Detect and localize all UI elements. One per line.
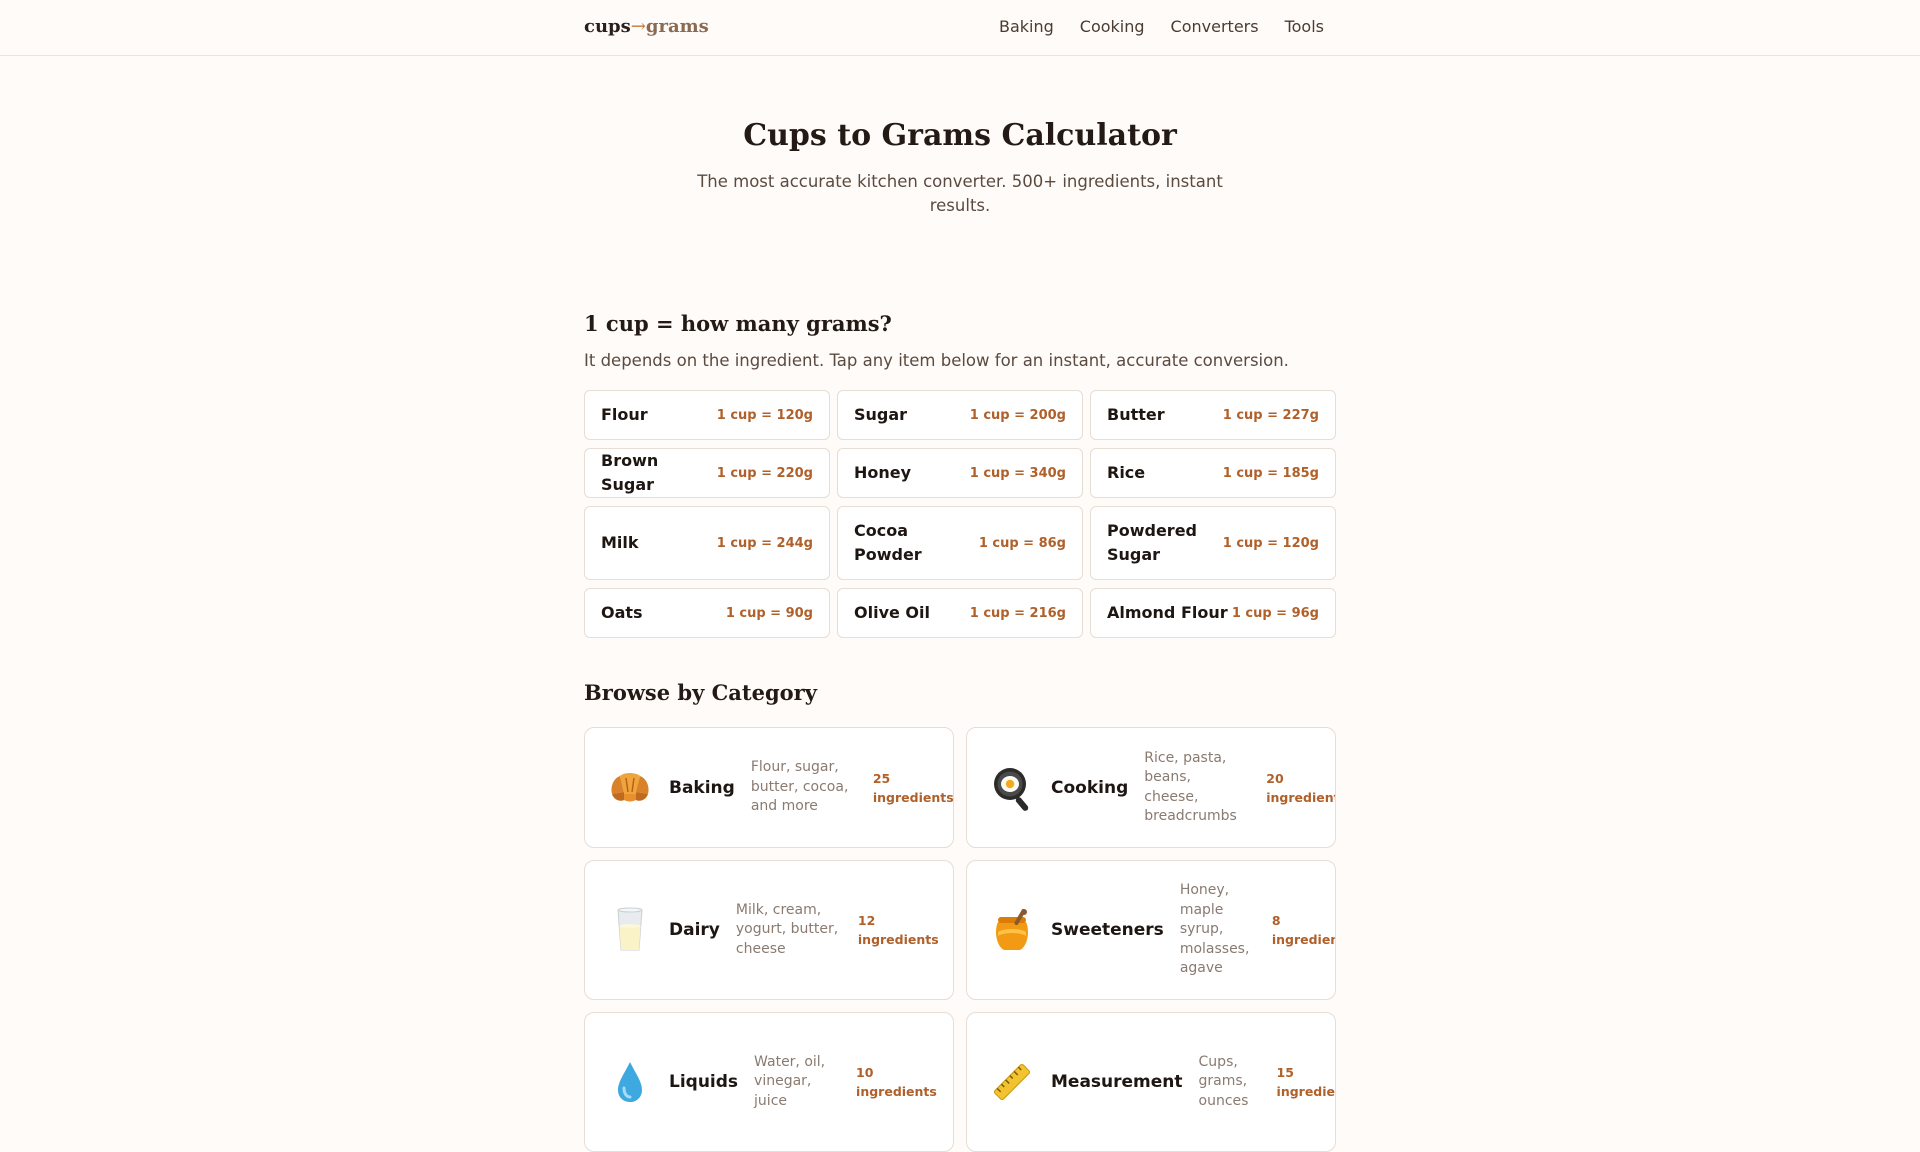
conversion-card-olive-oil[interactable]: Olive Oil 1 cup = 216g <box>837 588 1083 638</box>
category-card-sweeteners[interactable]: Sweeteners Honey, maple syrup, molasses,… <box>966 860 1336 1000</box>
conversions-description: It depends on the ingredient. Tap any it… <box>584 351 1289 370</box>
conversion-name: Sugar <box>854 405 908 424</box>
conversion-value: 1 cup = 120g <box>716 407 813 423</box>
category-card-liquids[interactable]: Liquids Water, oil, vinegar, juice 10 in… <box>584 1012 954 1152</box>
category-card-baking[interactable]: Baking Flour, sugar, butter, cocoa, and … <box>584 727 954 848</box>
category-count: 10 ingredients <box>856 1065 937 1099</box>
category-count: 25 ingredients <box>872 770 954 805</box>
category-description: Cups, grams, ounces <box>1198 1053 1249 1109</box>
conversion-card-honey[interactable]: Honey 1 cup = 340g <box>837 448 1083 498</box>
category-card-dairy[interactable]: Dairy Milk, cream, yogurt, butter, chees… <box>584 860 954 1000</box>
category-card-cooking[interactable]: Cooking Rice, pasta, beans, cheese, brea… <box>966 727 1336 848</box>
nav-link-tools[interactable]: Tools <box>1285 17 1324 36</box>
logo-cups: cups <box>584 16 631 37</box>
nav-link-baking[interactable]: Baking <box>999 17 1054 36</box>
categories-heading: Browse by Category <box>584 680 817 705</box>
conversion-card-powdered-sugar[interactable]: Powdered Sugar 1 cup = 120g <box>1090 506 1336 580</box>
conversion-card-flour[interactable]: Flour 1 cup = 120g <box>584 390 830 440</box>
category-description: Rice, pasta, beans, cheese, breadcrumbs <box>1144 749 1237 825</box>
conversion-value: 1 cup = 86g <box>978 535 1066 551</box>
conversion-name: Rice <box>1107 463 1146 482</box>
conversion-name: Olive Oil <box>854 603 930 622</box>
conversion-value: 1 cup = 227g <box>1222 407 1319 423</box>
conversion-value: 1 cup = 200g <box>969 407 1066 423</box>
category-description: Milk, cream, yogurt, butter, cheese <box>735 901 839 957</box>
conversion-card-butter[interactable]: Butter 1 cup = 227g <box>1090 390 1336 440</box>
category-name: Measurement <box>1051 1072 1183 1092</box>
conversions-heading: 1 cup = how many grams? <box>584 311 892 336</box>
conversion-name: Cocoa Powder <box>854 521 922 564</box>
conversion-name: Almond Flour <box>1107 603 1228 622</box>
conversion-card-milk[interactable]: Milk 1 cup = 244g <box>584 506 830 580</box>
ruler-icon <box>987 1057 1037 1107</box>
main-nav: Baking Cooking Converters Tools <box>999 17 1324 36</box>
category-description: Water, oil, vinegar, juice <box>754 1053 826 1109</box>
conversion-value: 1 cup = 244g <box>716 535 813 551</box>
site-logo[interactable]: cups→grams <box>584 16 709 37</box>
category-description: Flour, sugar, butter, cocoa, and more <box>750 759 849 815</box>
conversion-name: Oats <box>601 603 643 622</box>
nav-link-converters[interactable]: Converters <box>1171 17 1259 36</box>
logo-grams: grams <box>645 16 709 37</box>
category-name: Dairy <box>669 920 720 940</box>
croissant-icon <box>605 763 655 813</box>
conversion-value: 1 cup = 120g <box>1222 535 1319 551</box>
conversion-name: Butter <box>1107 405 1165 424</box>
conversion-value: 1 cup = 216g <box>969 605 1066 621</box>
conversion-value: 1 cup = 220g <box>716 465 813 481</box>
category-grid: Baking Flour, sugar, butter, cocoa, and … <box>584 727 1336 1152</box>
conversion-name: Milk <box>601 533 639 552</box>
category-count: 15 ingredients <box>1276 1065 1336 1099</box>
conversion-value: 1 cup = 185g <box>1222 465 1319 481</box>
category-count: 12 ingredients <box>857 913 939 947</box>
frying-pan-icon <box>987 763 1037 813</box>
category-name: Sweeteners <box>1051 920 1164 940</box>
conversion-value: 1 cup = 90g <box>725 605 813 621</box>
conversion-name: Flour <box>601 405 648 424</box>
category-name: Cooking <box>1051 777 1129 798</box>
conversion-grid: Flour 1 cup = 120g Sugar 1 cup = 200g Butt… <box>584 390 1336 638</box>
honey-pot-icon <box>987 905 1037 955</box>
conversion-card-brown-sugar[interactable]: Brown Sugar 1 cup = 220g <box>584 448 830 498</box>
conversion-card-rice[interactable]: Rice 1 cup = 185g <box>1090 448 1336 498</box>
conversion-value: 1 cup = 96g <box>1231 605 1319 621</box>
page-title: Cups to Grams Calculator <box>743 118 1177 153</box>
conversion-name: Powdered Sugar <box>1107 521 1197 564</box>
nav-link-cooking[interactable]: Cooking <box>1080 17 1145 36</box>
category-name: Liquids <box>669 1072 739 1092</box>
logo-arrow: → <box>630 16 646 37</box>
conversion-card-cocoa-powder[interactable]: Cocoa Powder 1 cup = 86g <box>837 506 1083 580</box>
conversion-card-almond-flour[interactable]: Almond Flour 1 cup = 96g <box>1090 588 1336 638</box>
conversion-value: 1 cup = 340g <box>969 465 1066 481</box>
milk-glass-icon <box>605 905 655 955</box>
category-count: 20 ingredients <box>1266 770 1335 805</box>
category-card-measurement[interactable]: Measurement Cups, grams, ounces 15 ingre… <box>966 1012 1336 1152</box>
category-description: Honey, maple syrup, molasses, agave <box>1179 882 1250 977</box>
conversion-card-oats[interactable]: Oats 1 cup = 90g <box>584 588 830 638</box>
top-navigation-bar: cups→grams Baking Cooking Converters Too… <box>0 0 1920 56</box>
hero-section: Cups to Grams Calculator The most accura… <box>584 118 1336 218</box>
conversion-name: Brown Sugar <box>601 451 659 494</box>
page-subtitle: The most accurate kitchen converter. 500… <box>697 172 1223 215</box>
category-name: Baking <box>669 777 735 798</box>
conversion-card-sugar[interactable]: Sugar 1 cup = 200g <box>837 390 1083 440</box>
category-count: 8 ingredients <box>1271 913 1335 947</box>
droplet-icon <box>605 1057 655 1107</box>
conversion-name: Honey <box>854 463 912 482</box>
